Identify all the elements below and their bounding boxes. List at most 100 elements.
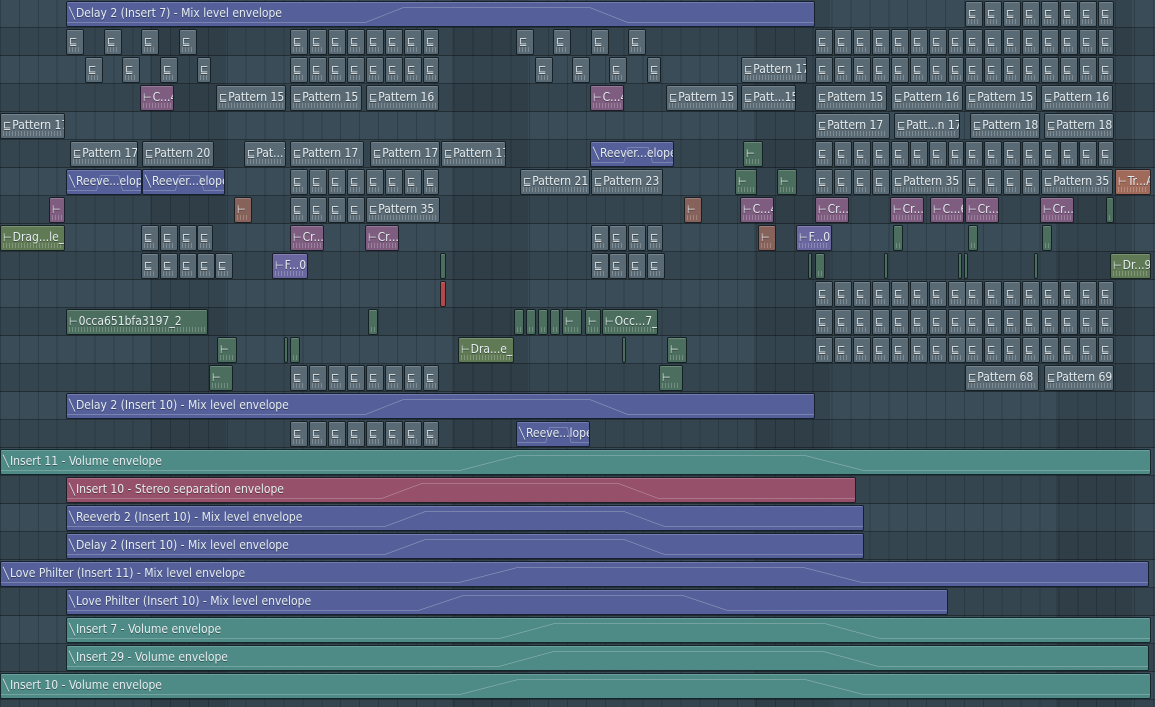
pattern-clip[interactable]: ⊑ xyxy=(628,253,646,279)
pattern-clip[interactable]: ⊑ xyxy=(1060,281,1078,307)
pattern-clip[interactable]: ⊑ xyxy=(872,309,890,335)
pattern-clip[interactable]: ⊑ xyxy=(1041,337,1059,363)
pattern-clip[interactable]: ⊑ xyxy=(1003,141,1021,167)
pattern-clip[interactable]: ⊑ xyxy=(984,281,1002,307)
pattern-clip[interactable]: ⊑ xyxy=(1079,141,1097,167)
pattern-clip[interactable]: ⊑ xyxy=(965,57,983,83)
pattern-clip[interactable]: ⊑Pattern 18 xyxy=(970,113,1040,139)
audio-clip[interactable]: ⊢ xyxy=(585,309,601,335)
pattern-clip[interactable]: ⊑ xyxy=(948,29,964,55)
automation-clip[interactable]: ╲Reever...elope xyxy=(142,169,225,195)
audio-clip[interactable]: ⊢Dr...9 xyxy=(1110,253,1151,279)
pattern-clip[interactable]: ⊑ xyxy=(929,141,947,167)
pattern-clip[interactable]: ⊑ xyxy=(965,309,983,335)
pattern-clip[interactable]: ⊑ xyxy=(328,421,346,447)
pattern-clip[interactable]: ⊑ xyxy=(815,29,833,55)
pattern-clip[interactable]: ⊑ xyxy=(385,29,403,55)
pattern-clip[interactable]: ⊑ xyxy=(423,421,439,447)
audio-clip[interactable] xyxy=(968,225,978,251)
pattern-clip[interactable]: ⊑ xyxy=(910,57,928,83)
audio-clip[interactable]: ⊢Cr... xyxy=(290,225,324,251)
pattern-clip[interactable]: ⊑ xyxy=(366,365,384,391)
audio-clip[interactable]: ⊢ xyxy=(49,197,65,223)
pattern-clip[interactable]: ⊑ xyxy=(366,421,384,447)
audio-clip[interactable] xyxy=(808,253,812,279)
pattern-clip[interactable]: ⊑ xyxy=(1060,337,1078,363)
pattern-clip[interactable]: ⊑ xyxy=(290,29,308,55)
pattern-clip[interactable]: ⊑ xyxy=(347,197,365,223)
audio-clip[interactable] xyxy=(284,337,288,363)
pattern-clip[interactable]: ⊑ xyxy=(872,57,890,83)
pattern-clip[interactable]: ⊑ xyxy=(948,281,966,307)
pattern-clip[interactable]: ⊑ xyxy=(1041,141,1059,167)
audio-clip[interactable]: ⊢ xyxy=(217,337,237,363)
pattern-clip[interactable]: ⊑ xyxy=(910,281,928,307)
pattern-clip[interactable]: ⊑ xyxy=(160,57,178,83)
audio-clip[interactable] xyxy=(440,281,446,307)
pattern-clip[interactable]: ⊑ xyxy=(160,253,178,279)
pattern-clip[interactable]: ⊑ xyxy=(328,365,346,391)
pattern-clip[interactable]: ⊑ xyxy=(404,169,422,195)
pattern-clip[interactable]: ⊑ xyxy=(984,169,1002,195)
pattern-clip[interactable]: ⊑ xyxy=(1003,57,1021,83)
audio-clip[interactable] xyxy=(550,309,560,335)
pattern-clip[interactable]: ⊑ xyxy=(929,57,947,83)
pattern-clip[interactable]: ⊑ xyxy=(834,281,852,307)
pattern-clip[interactable]: ⊑ xyxy=(1079,337,1097,363)
pattern-clip[interactable]: ⊑Pattern 68 xyxy=(965,365,1039,391)
pattern-clip[interactable]: ⊑ xyxy=(591,253,609,279)
automation-clip[interactable]: ╲Insert 10 - Volume envelope xyxy=(0,673,1151,699)
audio-clip[interactable]: ⊢ xyxy=(777,169,797,195)
pattern-clip[interactable]: ⊑ xyxy=(1003,337,1021,363)
pattern-clip[interactable]: ⊑ xyxy=(535,57,553,83)
pattern-clip[interactable]: ⊑ xyxy=(1022,281,1040,307)
audio-clip[interactable]: ⊢C...4 xyxy=(590,85,624,111)
audio-clip[interactable] xyxy=(815,253,825,279)
pattern-clip[interactable]: ⊑ xyxy=(423,29,439,55)
pattern-clip[interactable]: ⊑Pattern 17 xyxy=(815,113,890,139)
pattern-clip[interactable]: ⊑ xyxy=(834,169,852,195)
audio-clip[interactable] xyxy=(893,225,903,251)
pattern-clip[interactable]: ⊑ xyxy=(647,57,661,83)
audio-clip[interactable] xyxy=(622,337,626,363)
automation-clip[interactable]: ╲Reever...elope xyxy=(590,141,674,167)
audio-clip[interactable] xyxy=(884,253,888,279)
pattern-clip[interactable]: ⊑ xyxy=(1098,141,1114,167)
audio-clip[interactable]: ⊢ xyxy=(735,169,757,195)
audio-clip[interactable]: ⊢C...6 xyxy=(930,197,964,223)
pattern-clip[interactable]: ⊑ xyxy=(872,29,890,55)
pattern-clip[interactable]: ⊑ xyxy=(647,253,665,279)
pattern-clip[interactable]: ⊑ xyxy=(984,29,1002,55)
pattern-clip[interactable]: ⊑Patt...n 17 xyxy=(894,113,960,139)
pattern-clip[interactable]: ⊑Pattern 17 xyxy=(741,57,807,83)
pattern-clip[interactable]: ⊑ xyxy=(834,337,852,363)
pattern-clip[interactable]: ⊑Pattern 69 xyxy=(1044,365,1114,391)
pattern-clip[interactable]: ⊑ xyxy=(404,365,422,391)
pattern-clip[interactable]: ⊑ xyxy=(965,337,983,363)
pattern-clip[interactable]: ⊑ xyxy=(628,29,646,55)
automation-clip[interactable]: ╲Delay 2 (Insert 10) - Mix level envelop… xyxy=(66,393,815,419)
pattern-clip[interactable]: ⊑Patt...15 xyxy=(741,85,796,111)
pattern-clip[interactable]: ⊑Pattern 15 xyxy=(290,85,362,111)
pattern-clip[interactable]: ⊑ xyxy=(1003,169,1021,195)
pattern-clip[interactable]: ⊑ xyxy=(872,169,890,195)
audio-clip[interactable]: ⊢C...4 xyxy=(740,197,774,223)
pattern-clip[interactable]: ⊑ xyxy=(290,197,308,223)
pattern-clip[interactable]: ⊑ xyxy=(1079,281,1097,307)
pattern-clip[interactable]: ⊑Pattern 35 xyxy=(366,197,440,223)
pattern-clip[interactable]: ⊑ xyxy=(290,57,308,83)
pattern-clip[interactable]: ⊑ xyxy=(366,169,384,195)
pattern-clip[interactable]: ⊑ xyxy=(1098,1,1114,27)
pattern-clip[interactable]: ⊑ xyxy=(572,57,590,83)
audio-clip[interactable] xyxy=(1042,225,1052,251)
pattern-clip[interactable]: ⊑ xyxy=(815,281,833,307)
pattern-clip[interactable]: ⊑ xyxy=(309,57,327,83)
audio-clip[interactable] xyxy=(526,309,536,335)
pattern-clip[interactable]: ⊑ xyxy=(423,365,439,391)
pattern-clip[interactable]: ⊑ xyxy=(1022,337,1040,363)
pattern-clip[interactable]: ⊑ xyxy=(328,29,346,55)
pattern-clip[interactable]: ⊑ xyxy=(815,141,833,167)
pattern-clip[interactable]: ⊑ xyxy=(1041,309,1059,335)
pattern-clip[interactable]: ⊑ xyxy=(197,253,215,279)
pattern-clip[interactable]: ⊑ xyxy=(309,197,327,223)
